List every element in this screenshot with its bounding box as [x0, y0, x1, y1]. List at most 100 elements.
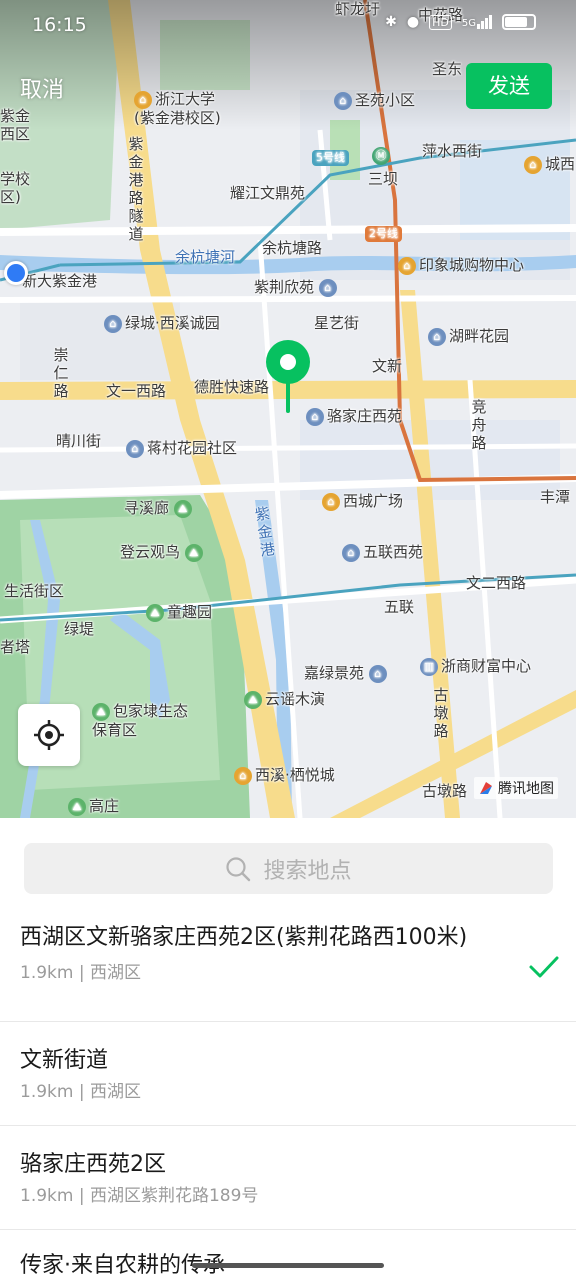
metro-line-label: 5号线: [312, 147, 349, 166]
place-subtitle: 1.9km | 西湖区紫荆花路189号: [20, 1186, 259, 1206]
attribution-text: 腾讯地图: [498, 781, 554, 797]
current-location-dot: [4, 261, 28, 285]
checkmark-icon: [529, 956, 559, 978]
crosshair-icon: [34, 720, 64, 750]
map-label: 余杭塘路: [262, 239, 323, 257]
map-label: ⌂ 蒋村花园社区: [126, 439, 237, 458]
park-icon: ⛰: [173, 499, 192, 518]
map-label: 古墩路: [422, 782, 468, 800]
map-label: ⛰ 高庄: [68, 797, 119, 816]
map-label: 学校区): [0, 170, 31, 206]
map-view[interactable]: 虾龙圩 中花路 圣东 紫金西区 ⌂ 浙江大学 (紫金港校区) ⌂ 圣苑小区 萍水西街…: [0, 0, 576, 818]
tencent-map-logo-icon: [480, 782, 492, 794]
residential-icon: ⌂: [342, 543, 360, 562]
battery-icon: [502, 14, 536, 30]
park-icon: ⛰: [68, 797, 86, 816]
location-panel: 搜索地点 西湖区文新骆家庄西苑2区(紫荆花路西100米) 1.9km | 西湖区…: [0, 818, 576, 1280]
map-label: ⌂ 西溪·栖悦城: [234, 766, 335, 785]
map-label: ⌂ 骆家庄西苑: [306, 407, 402, 426]
status-bar: 16:15 ✱ ● HD 5G: [0, 0, 576, 50]
map-label: 嘉绿景苑 ⌂: [304, 664, 390, 683]
map-label: 生活街区: [4, 582, 65, 600]
university-icon: ⌂: [134, 90, 152, 109]
map-label: ▥ 浙商财富中心: [420, 657, 531, 676]
map-label: 紫荆欣苑 ⌂: [254, 278, 340, 297]
mall-icon: ⌂: [322, 492, 340, 511]
park-icon: ⛰: [146, 603, 164, 622]
map-label: 寻溪廊 ⛰: [124, 499, 195, 518]
mall-icon: ⌂: [398, 256, 416, 275]
map-label: 登云观鸟 ⛰: [120, 543, 206, 562]
map-label: 文二西路: [466, 574, 527, 592]
residential-icon: ⌂: [368, 664, 387, 683]
map-label: ⛰ 云谣木演: [244, 690, 325, 709]
map-label: 五联: [384, 598, 415, 616]
map-label: 者塔: [0, 638, 31, 656]
metro-line-label: 2号线: [365, 223, 402, 242]
residential-icon: ⌂: [334, 91, 352, 110]
map-label: ⛰ 童趣园: [146, 603, 212, 622]
search-icon: [226, 856, 251, 881]
map-label: 德胜快速路: [194, 378, 270, 396]
park-icon: ⛰: [92, 702, 110, 721]
location-pin-icon[interactable]: [264, 340, 312, 415]
send-button[interactable]: 发送: [466, 63, 552, 109]
map-label: ⌂ 浙江大学 (紫金港校区): [134, 90, 221, 127]
map-label: ⌂ 圣苑小区: [334, 91, 415, 110]
map-label: ⌂ 五联西苑: [342, 543, 423, 562]
map-label: 绿堤: [64, 620, 95, 638]
residential-icon: ⌂: [318, 278, 337, 297]
cancel-button[interactable]: 取消: [20, 72, 64, 104]
map-label: ⌂ 湖畔花园: [428, 327, 509, 346]
list-item[interactable]: 骆家庄西苑2区 1.9km | 西湖区紫荆花路189号: [0, 1126, 576, 1230]
map-label: 耀江文鼎苑: [230, 184, 306, 202]
map-label: 崇仁路: [53, 346, 69, 400]
locate-me-button[interactable]: [18, 704, 80, 766]
park-icon: ⛰: [184, 543, 203, 562]
location-icon: ●: [406, 14, 420, 30]
search-input[interactable]: 搜索地点: [24, 843, 553, 894]
place-subtitle: 1.9km | 西湖区: [20, 1082, 141, 1102]
office-icon: ▥: [420, 657, 438, 676]
list-item[interactable]: 传家·来自农耕的传承: [0, 1230, 576, 1280]
map-label: 古墩路: [433, 686, 449, 740]
map-label: ⌂ 绿城·西溪诚园: [104, 314, 220, 333]
residential-icon: ⌂: [126, 439, 144, 458]
place-title: 骆家庄西苑2区: [20, 1152, 166, 1177]
bluetooth-icon: ✱: [385, 14, 397, 30]
map-label: 余杭塘河: [175, 248, 236, 266]
map-label: 紫金西区: [0, 107, 31, 143]
park-icon: ⛰: [244, 690, 262, 709]
hd-icon: HD: [429, 14, 452, 30]
home-indicator[interactable]: [192, 1263, 384, 1268]
place-title: 西湖区文新骆家庄西苑2区(紫荆花路西100米): [20, 925, 468, 950]
status-time: 16:15: [32, 14, 87, 36]
mall-icon: ⌂: [524, 155, 542, 174]
map-label: Ⓜ: [372, 146, 393, 165]
list-item[interactable]: 西湖区文新骆家庄西苑2区(紫荆花路西100米) 1.9km | 西湖区: [0, 918, 576, 1022]
residential-icon: ⌂: [428, 327, 446, 346]
map-label: ⌂ 城西: [524, 155, 575, 174]
place-subtitle: 1.9km | 西湖区: [20, 963, 141, 983]
map-attribution: 腾讯地图: [474, 777, 558, 799]
5g-signal-icon: 5G: [462, 15, 492, 29]
map-label: 三坝: [368, 170, 399, 188]
map-label: ⌂ 印象城购物中心: [398, 256, 524, 275]
place-list: 西湖区文新骆家庄西苑2区(紫荆花路西100米) 1.9km | 西湖区 文新街道…: [0, 918, 576, 1280]
map-label: 紫金港路隧道: [128, 135, 144, 243]
mall-icon: ⌂: [234, 766, 252, 785]
metro-station-icon: Ⓜ: [372, 146, 390, 165]
map-label: 竞舟路: [471, 398, 487, 452]
map-label: 晴川街: [56, 432, 102, 450]
map-label: 文一西路: [106, 382, 167, 400]
map-label: ⌂ 西城广场: [322, 492, 403, 511]
search-placeholder: 搜索地点: [263, 858, 352, 884]
map-label: 萍水西街: [422, 142, 483, 160]
map-label: 文新: [372, 357, 403, 375]
map-label: 丰潭: [540, 488, 571, 506]
map-label: 圣东: [432, 60, 463, 78]
residential-icon: ⌂: [104, 314, 122, 333]
list-item[interactable]: 文新街道 1.9km | 西湖区: [0, 1022, 576, 1126]
map-label: ⛰ 包家埭生态 保育区: [92, 702, 189, 739]
map-label: 星艺街: [314, 314, 360, 332]
